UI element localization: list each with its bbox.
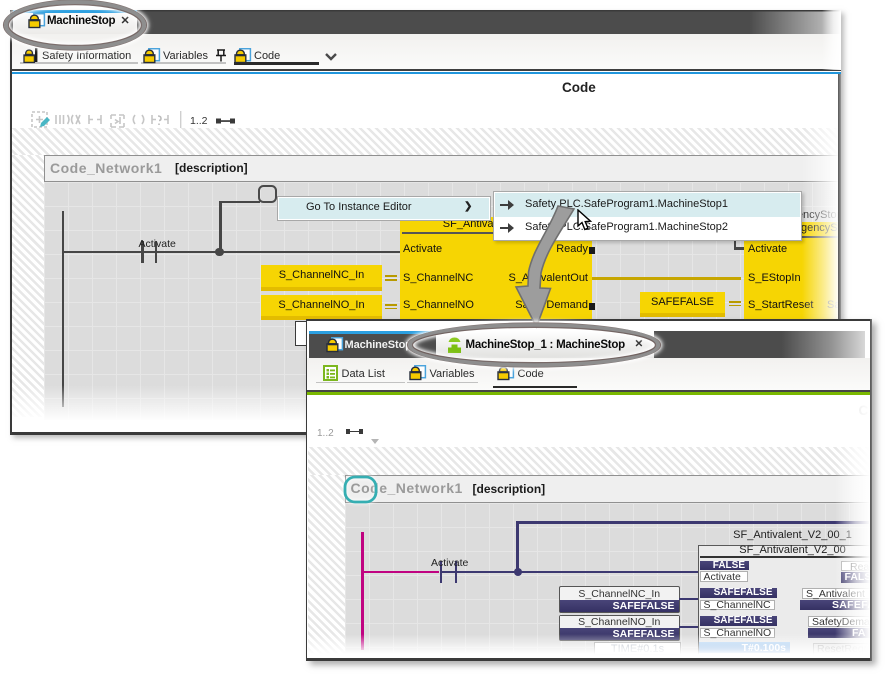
svg-text:1..2: 1..2 (190, 115, 208, 127)
